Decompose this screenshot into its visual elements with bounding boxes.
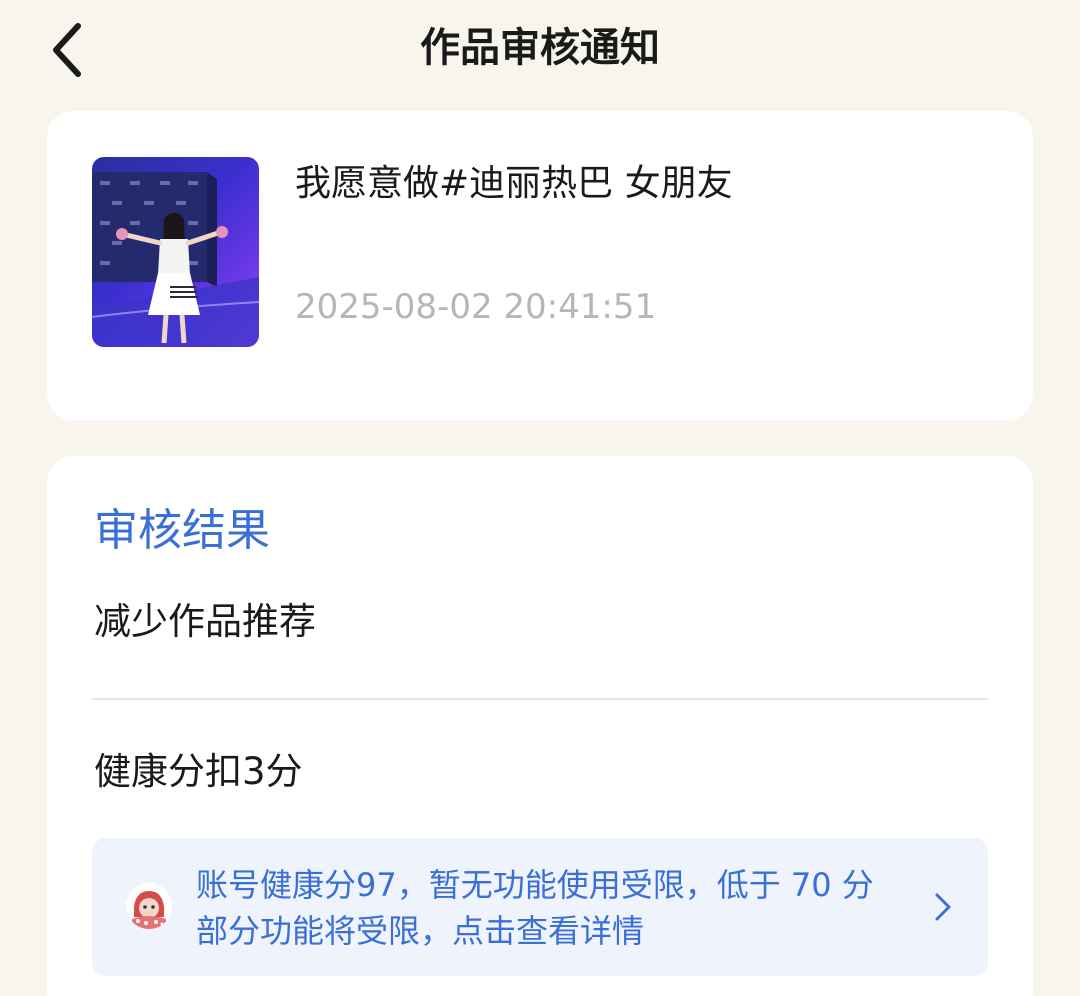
section-title: 审核结果 [94,505,270,556]
work-title: 我愿意做#迪丽热巴 女朋友 [295,163,733,204]
page-title: 作品审核通知 [420,25,660,71]
health-score-notice[interactable]: 账号健康分97，暂无功能使用受限，低于 70 分 部分功能将受限，点击查看详情 [92,838,988,976]
avatar-image [126,883,172,929]
review-notice-page: 作品审核通知 我愿意做#迪丽热巴 女朋友 2025-08-02 20:41:51… [0,0,1080,996]
avatar [126,883,172,929]
notice-text-line-2: 部分功能将受限，点击查看详情 [196,912,645,950]
work-timestamp: 2025-08-02 20:41:51 [295,287,657,327]
result-action: 减少作品推荐 [94,600,316,643]
notice-text-line-1: 账号健康分97，暂无功能使用受限，低于 70 分 [196,866,874,904]
work-thumbnail[interactable] [92,157,259,347]
chevron-right-icon [932,890,954,924]
review-result-card: 审核结果 减少作品推荐 健康分扣3分 账号健康分97，暂无功能使用受限，低于 7… [47,456,1033,996]
work-card[interactable]: 我愿意做#迪丽热巴 女朋友 2025-08-02 20:41:51 [47,111,1033,420]
divider [92,698,988,700]
health-penalty: 健康分扣3分 [94,750,303,793]
header: 作品审核通知 [0,0,1080,100]
thumbnail-image [92,172,259,347]
